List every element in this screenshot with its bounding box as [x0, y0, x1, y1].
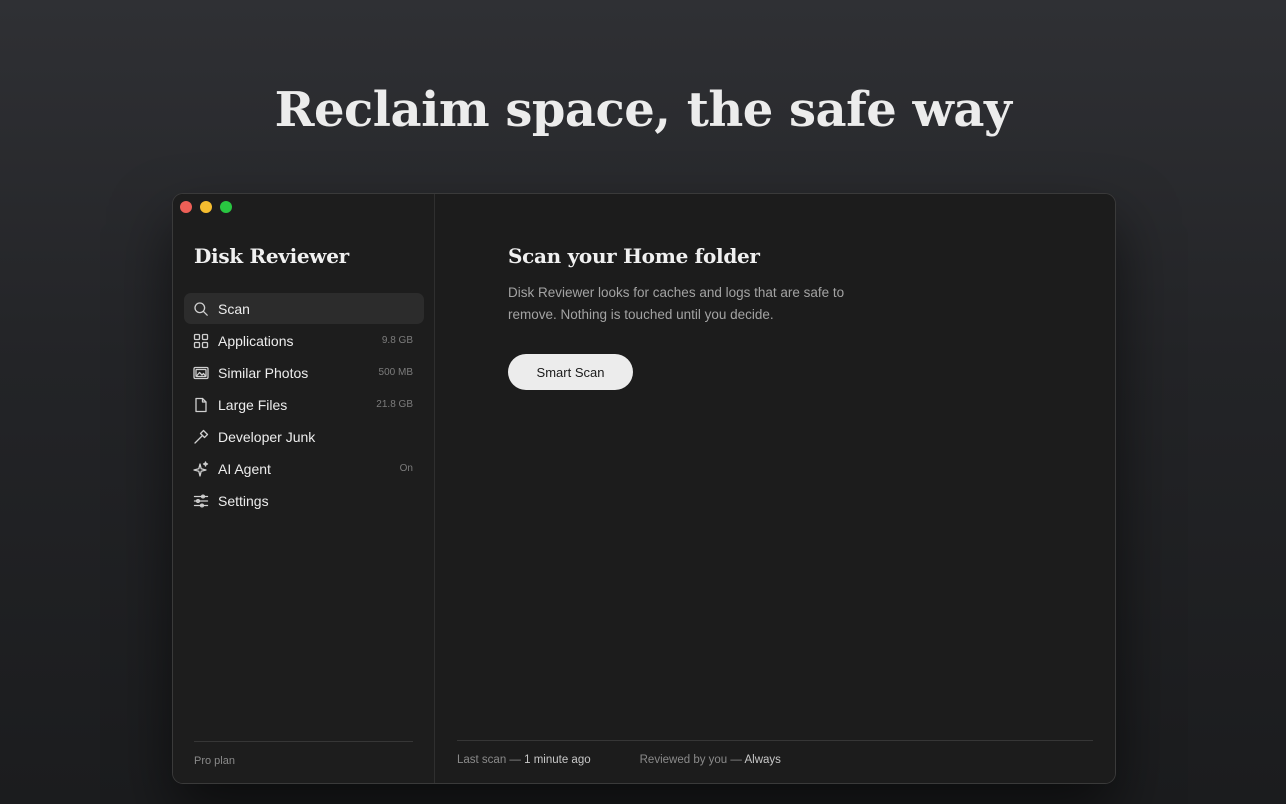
main-description: Disk Reviewer looks for caches and logs …	[508, 285, 845, 322]
sidebar-item-label: Developer Junk	[218, 428, 316, 445]
smart-scan-button[interactable]: Smart Scan	[508, 354, 633, 390]
minimize-window-button[interactable]	[200, 201, 212, 213]
reviewed-label: Reviewed by you —	[639, 754, 742, 766]
sidebar-item-meta: 9.8 GB	[381, 335, 413, 346]
sidebar-item-label: Applications	[218, 332, 294, 349]
sidebar-item-meta: On	[399, 463, 413, 474]
sidebar-item-scan[interactable]: Scan	[184, 293, 424, 324]
app-window: Disk Reviewer Scan Applications 9.8 GB S…	[172, 193, 1116, 784]
main-content: Scan your Home folder Disk Reviewer look…	[435, 194, 1115, 783]
reviewed-status: Reviewed by you — Always	[640, 754, 781, 766]
sidebar-item-ai-agent[interactable]: AI Agent On	[184, 453, 424, 484]
last-scan-label: Last scan —	[457, 754, 521, 766]
document-icon	[193, 397, 209, 413]
sidebar-divider	[194, 741, 413, 742]
sidebar-item-label: Large Files	[218, 396, 288, 413]
sidebar-item-meta: 21.8 GB	[376, 399, 413, 410]
main-heading: Scan your Home folder	[508, 244, 760, 268]
search-icon	[193, 301, 209, 317]
sidebar: Disk Reviewer Scan Applications 9.8 GB S…	[173, 194, 435, 783]
grid-icon	[193, 333, 209, 349]
window-controls	[180, 201, 232, 213]
sparkle-icon	[193, 460, 209, 477]
plan-label: Pro plan	[194, 755, 235, 767]
photos-icon	[193, 365, 209, 381]
sliders-icon	[193, 493, 209, 509]
sidebar-item-label: AI Agent	[218, 460, 271, 477]
sidebar-item-label: Settings	[218, 492, 269, 509]
close-window-button[interactable]	[180, 201, 192, 213]
reviewed-value: Always	[744, 754, 781, 766]
app-title: Disk Reviewer	[194, 244, 349, 268]
sidebar-item-large-files[interactable]: Large Files 21.8 GB	[184, 389, 424, 420]
sidebar-item-similar-photos[interactable]: Similar Photos 500 MB	[184, 357, 424, 388]
sidebar-nav: Scan Applications 9.8 GB Similar Photos …	[184, 293, 424, 517]
sidebar-item-applications[interactable]: Applications 9.8 GB	[184, 325, 424, 356]
sidebar-item-label: Scan	[218, 300, 250, 317]
last-scan-status: Last scan — 1 minute ago	[457, 754, 591, 766]
sidebar-item-meta: 500 MB	[378, 367, 413, 378]
status-bar: Last scan — 1 minute ago Reviewed by you…	[457, 754, 830, 766]
sidebar-item-developer-junk[interactable]: Developer Junk	[184, 421, 424, 452]
zoom-window-button[interactable]	[220, 201, 232, 213]
sidebar-item-label: Similar Photos	[218, 364, 309, 381]
last-scan-value: 1 minute ago	[524, 754, 591, 766]
main-divider	[457, 740, 1093, 741]
hammer-icon	[193, 429, 209, 445]
hero-title: Reclaim space, the safe way	[274, 82, 1012, 138]
sidebar-item-settings[interactable]: Settings	[184, 485, 424, 516]
